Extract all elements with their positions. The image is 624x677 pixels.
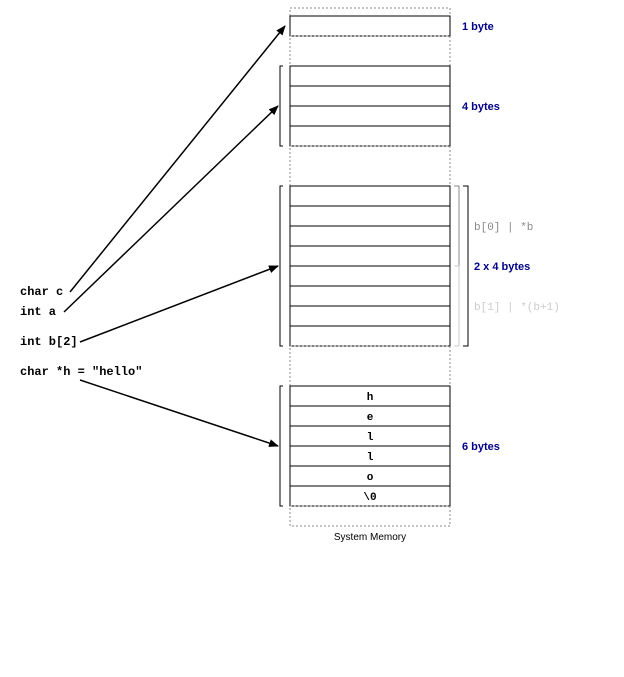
label-4-bytes: 4 bytes [462,101,500,113]
cell-c [290,16,450,36]
block-hello [290,386,450,506]
hello-1: e [367,412,374,424]
block-int-a [290,66,450,146]
label-2x4-bytes: 2 x 4 bytes [474,261,530,273]
decl-int-b: int b[2] [20,335,78,349]
hello-5: \0 [363,492,376,504]
arrow-h [80,380,278,446]
hello-4: o [367,472,374,484]
hello-3: l [367,452,374,464]
decl-char-c: char c [20,285,63,299]
label-6-bytes: 6 bytes [462,441,500,453]
caption-system-memory: System Memory [334,532,406,543]
decl-char-h: char *h = "hello" [20,365,142,379]
label-b1: b[1] | *(b+1) [474,302,560,314]
arrow-b [80,266,278,342]
hello-2: l [367,432,374,444]
memory-diagram: char c int a int b[2] char *h = "hello" [0,0,624,677]
decl-int-a: int a [20,305,56,319]
arrow-a [64,106,278,312]
label-b0: b[0] | *b [474,222,533,234]
block-int-b [290,186,450,346]
label-1-byte: 1 byte [462,21,494,33]
hello-0: h [367,392,374,404]
arrow-c [70,26,285,292]
